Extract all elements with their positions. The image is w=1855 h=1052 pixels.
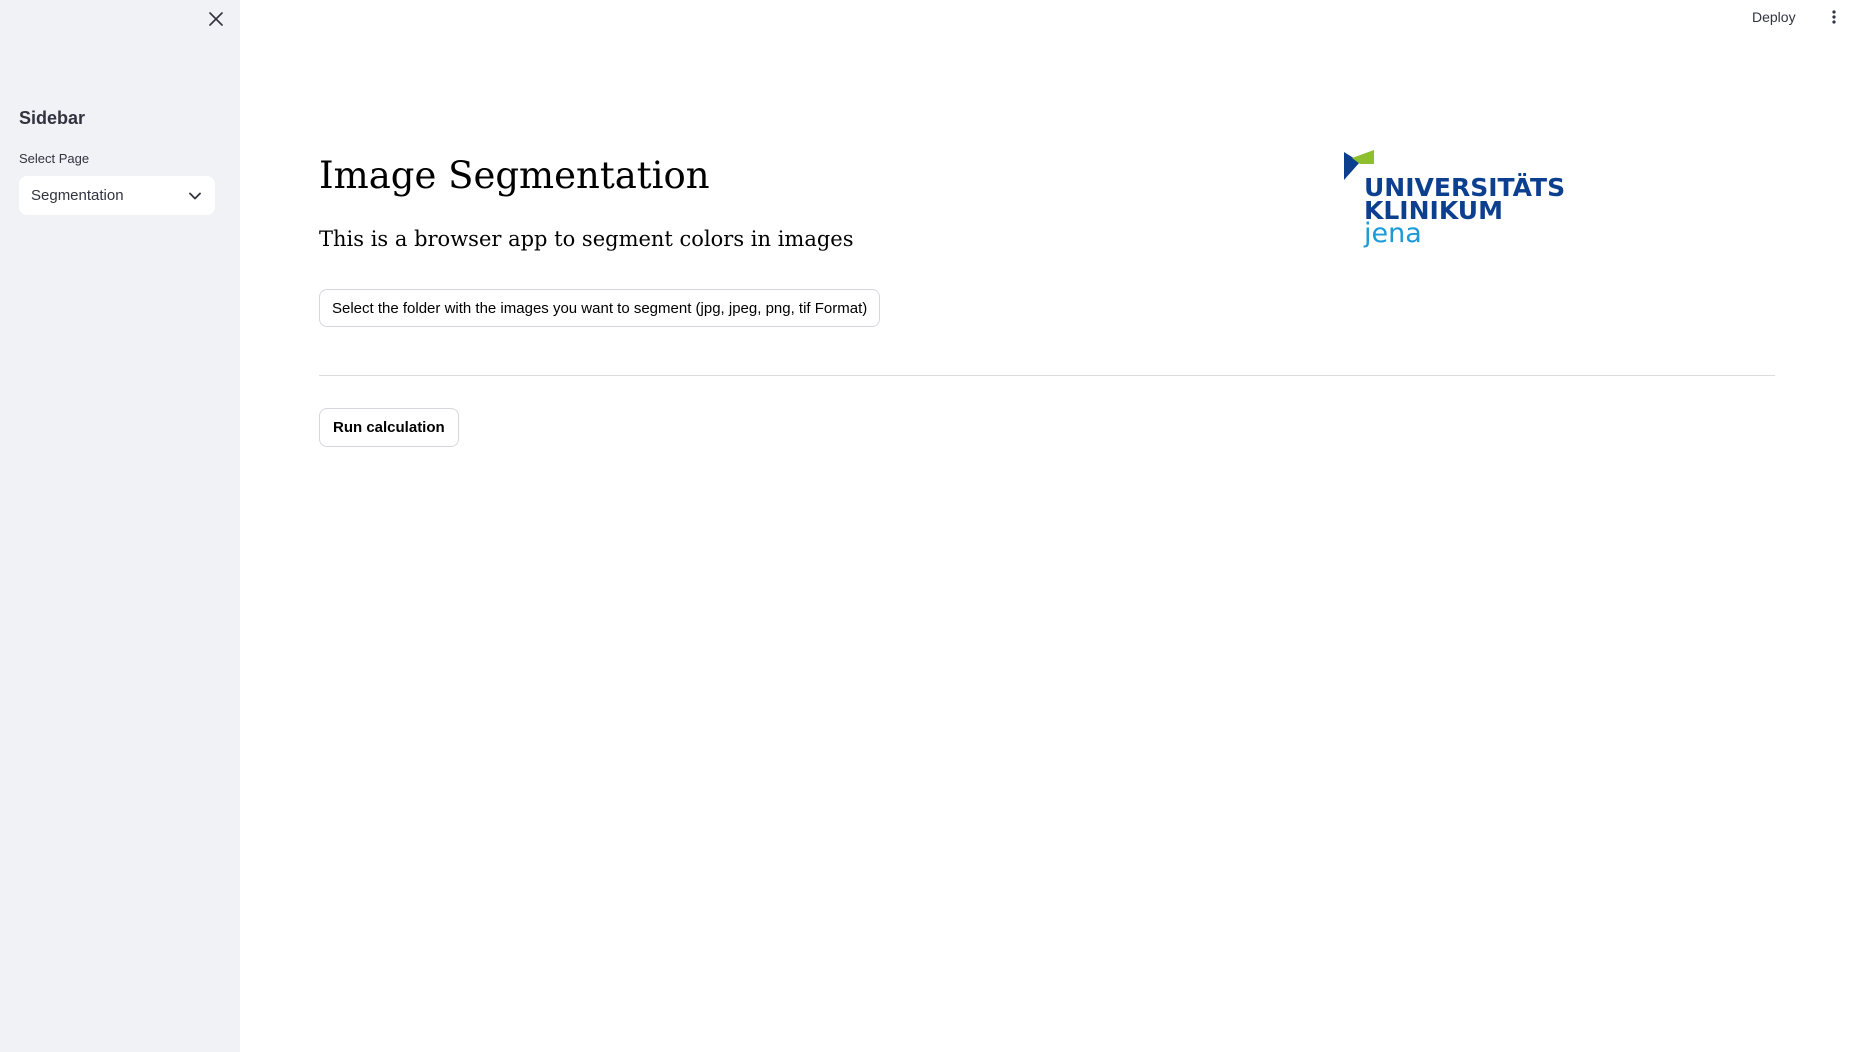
kebab-menu-icon xyxy=(1832,10,1836,24)
run-calculation-button[interactable]: Run calculation xyxy=(319,408,459,447)
app-root: Sidebar Select Page Segmentation Deploy … xyxy=(0,0,1855,1052)
select-page-label: Select Page xyxy=(19,151,90,166)
select-folder-button[interactable]: Select the folder with the images you wa… xyxy=(319,289,881,327)
close-icon xyxy=(209,12,223,26)
sidebar-title: Sidebar xyxy=(19,108,86,128)
sidebar: Sidebar Select Page Segmentation xyxy=(0,0,240,1052)
close-sidebar-button[interactable] xyxy=(205,8,227,30)
divider xyxy=(319,375,1775,376)
page-title: Image Segmentation xyxy=(319,154,710,197)
university-logo: UNIVERSITÄTS KLINIKUM jena xyxy=(1344,150,1565,256)
chevron-down-icon xyxy=(187,188,203,204)
deploy-button[interactable]: Deploy xyxy=(1752,7,1796,27)
select-page-dropdown[interactable]: Segmentation xyxy=(19,176,215,215)
page-subtitle: This is a browser app to segment colors … xyxy=(319,227,854,251)
main-menu-button[interactable] xyxy=(1826,6,1842,28)
select-page-value: Segmentation xyxy=(31,187,124,204)
logo-text-jena: jena xyxy=(1364,218,1422,249)
